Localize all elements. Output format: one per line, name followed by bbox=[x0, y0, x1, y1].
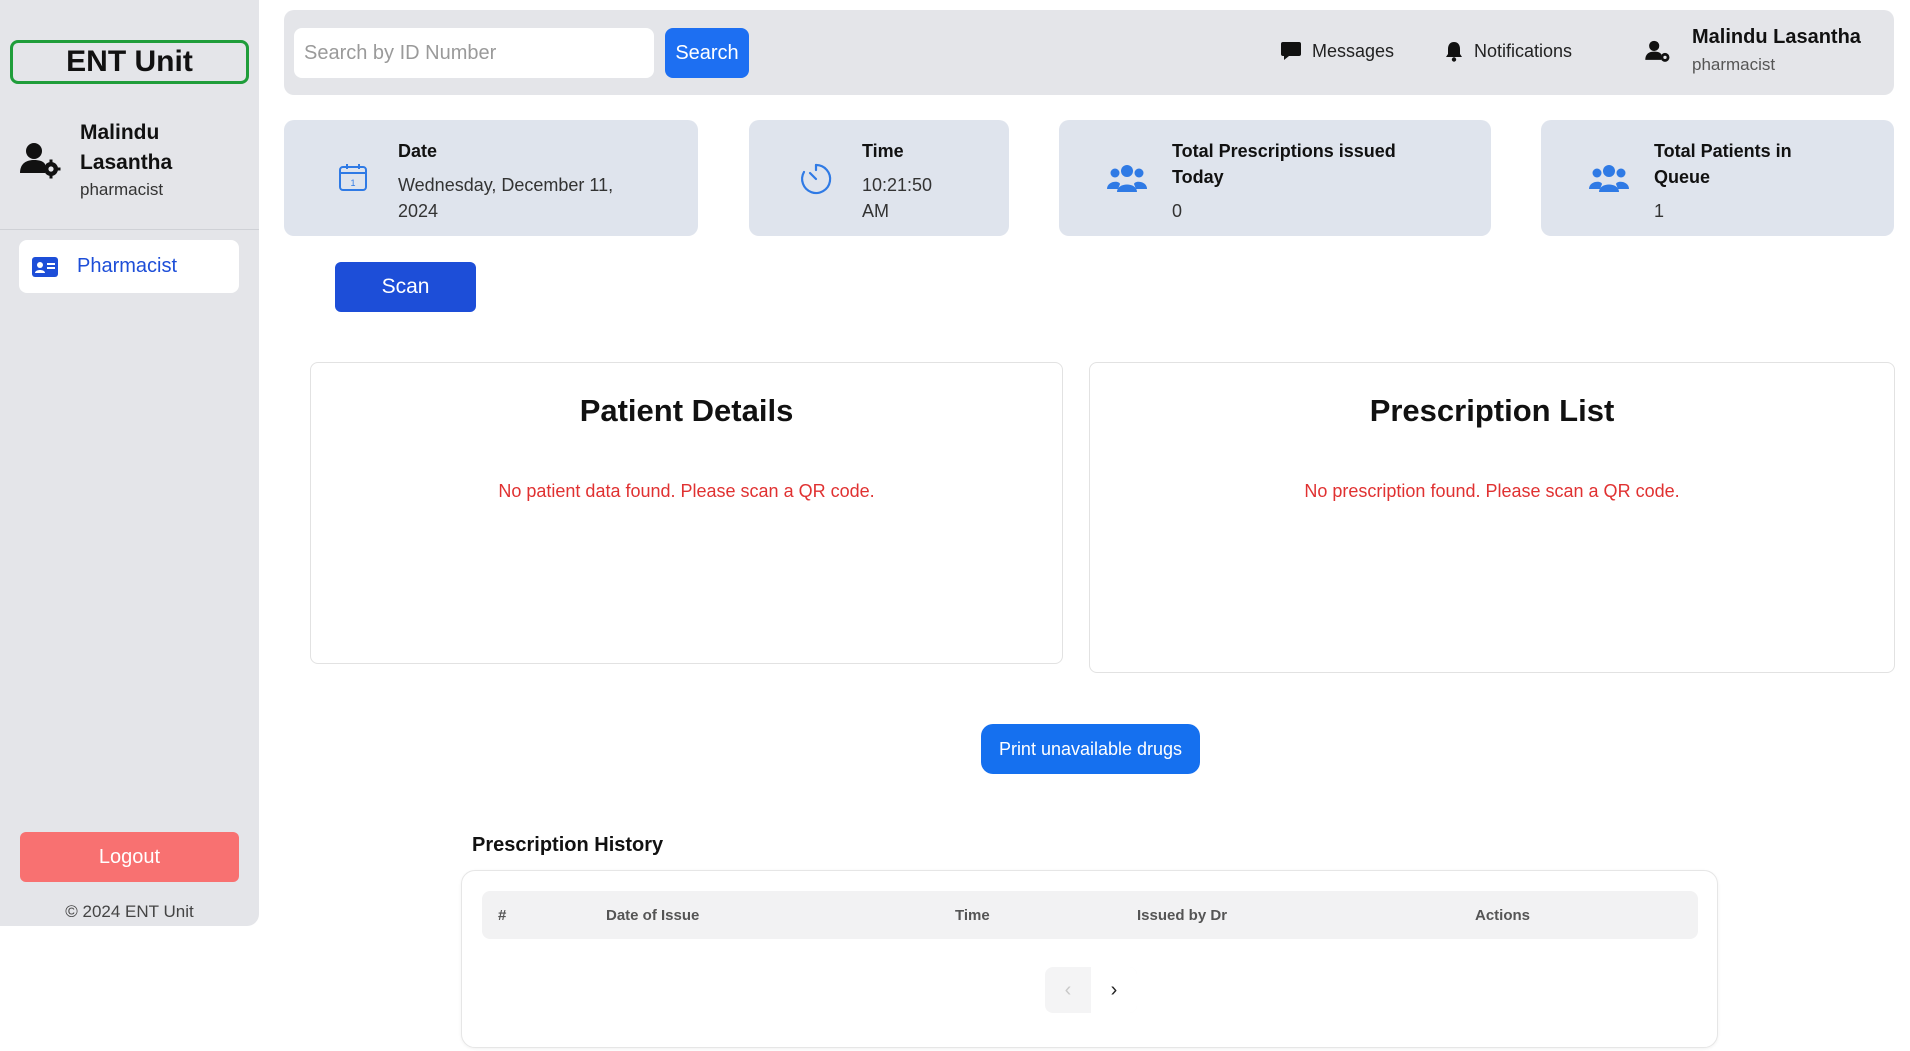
prescription-list-panel: Prescription List No prescription found.… bbox=[1089, 362, 1895, 673]
sidebar-user-last-name: Lasantha bbox=[80, 151, 173, 174]
topbar-user-name: Malindu Lasantha bbox=[1692, 26, 1861, 48]
sidebar-user-info: Malindu Lasantha pharmacist bbox=[80, 118, 172, 200]
stat-prescriptions-title-line1: Total Prescriptions issued bbox=[1172, 141, 1396, 161]
column-header-time: Time bbox=[955, 907, 990, 924]
copyright-text: © 2024 ENT Unit bbox=[65, 902, 194, 921]
messages-link[interactable]: Messages bbox=[1280, 40, 1394, 62]
stat-queue-value: 1 bbox=[1654, 201, 1665, 221]
sidebar-item-label: Pharmacist bbox=[77, 255, 178, 277]
sidebar-user: Malindu Lasantha pharmacist bbox=[18, 118, 172, 200]
prescription-history-title: Prescription History bbox=[472, 834, 664, 856]
brand-logo: ENT Unit bbox=[10, 40, 249, 84]
topbar-user[interactable]: Malindu Lasantha pharmacist bbox=[1644, 26, 1861, 75]
next-page-button[interactable]: › bbox=[1091, 967, 1137, 1013]
id-card-icon bbox=[32, 256, 58, 277]
bell-icon bbox=[1446, 42, 1462, 62]
topbar-user-info: Malindu Lasantha pharmacist bbox=[1692, 26, 1861, 75]
search-button[interactable]: Search bbox=[665, 28, 749, 78]
stat-prescriptions-value: 0 bbox=[1172, 201, 1183, 221]
column-header-date: Date of Issue bbox=[606, 907, 700, 924]
stat-queue-title-line2: Queue bbox=[1654, 167, 1711, 187]
stat-date-line1: Wednesday, December 11, bbox=[398, 175, 614, 195]
stat-time-line1: 10:21:50 bbox=[862, 175, 933, 195]
message-icon bbox=[1281, 42, 1301, 60]
stat-time-title: Time bbox=[862, 141, 904, 161]
sidebar-user-first-name: Malindu bbox=[80, 121, 160, 144]
svg-text:1: 1 bbox=[350, 178, 355, 188]
patient-details-panel: Patient Details No patient data found. P… bbox=[310, 362, 1063, 664]
logout-button[interactable]: Logout bbox=[20, 832, 239, 882]
prescription-list-message: No prescription found. Please scan a QR … bbox=[1304, 481, 1680, 501]
stat-card-date: 1 Date Wednesday, December 11, 2024 bbox=[284, 120, 698, 236]
stat-queue-title: Total Patients in Queue bbox=[1654, 138, 1792, 190]
timer-icon bbox=[801, 163, 832, 195]
patient-details-message: No patient data found. Please scan a QR … bbox=[498, 481, 875, 501]
user-gear-icon bbox=[20, 143, 61, 179]
stat-prescriptions-title-line2: Today bbox=[1172, 167, 1224, 187]
topbar-user-role: pharmacist bbox=[1692, 55, 1776, 74]
stat-card-prescriptions: Total Prescriptions issued Today 0 bbox=[1059, 120, 1491, 236]
users-icon bbox=[1107, 165, 1147, 192]
notifications-label: Notifications bbox=[1474, 40, 1573, 61]
column-header-actions: Actions bbox=[1475, 907, 1531, 924]
calendar-icon: 1 bbox=[339, 164, 367, 191]
search-input[interactable] bbox=[294, 28, 654, 78]
stat-date-line2: 2024 bbox=[398, 201, 439, 221]
stat-prescriptions-title: Total Prescriptions issued Today bbox=[1172, 138, 1396, 190]
top-bar: Search Messages Notifications Malindu La… bbox=[284, 10, 1894, 95]
stat-card-queue: Total Patients in Queue 1 bbox=[1541, 120, 1894, 236]
user-gear-icon bbox=[1645, 40, 1670, 62]
messages-label: Messages bbox=[1312, 40, 1395, 61]
stat-time-line2: AM bbox=[862, 201, 889, 221]
notifications-link[interactable]: Notifications bbox=[1444, 40, 1572, 62]
sidebar: ENT Unit Malindu Lasantha pharmacist Pha… bbox=[0, 0, 259, 926]
pagination: ‹ › bbox=[1045, 967, 1137, 1013]
table-header: # Date of Issue Time Issued by Dr Action… bbox=[482, 891, 1698, 939]
patient-details-title: Patient Details bbox=[579, 393, 794, 428]
scan-button[interactable]: Scan bbox=[335, 262, 476, 312]
sidebar-divider bbox=[0, 229, 259, 230]
sidebar-user-role: pharmacist bbox=[80, 180, 164, 199]
prescription-list-title: Prescription List bbox=[1369, 393, 1615, 428]
stat-queue-title-line1: Total Patients in bbox=[1654, 141, 1792, 161]
print-unavailable-drugs-button[interactable]: Print unavailable drugs bbox=[981, 724, 1200, 774]
sidebar-item-pharmacist[interactable]: Pharmacist bbox=[19, 240, 239, 293]
users-icon bbox=[1589, 165, 1629, 192]
column-header-doctor: Issued by Dr bbox=[1137, 907, 1228, 924]
prev-page-button[interactable]: ‹ bbox=[1045, 967, 1091, 1013]
column-header-index: # bbox=[498, 907, 507, 924]
stat-card-time: Time 10:21:50 AM bbox=[749, 120, 1009, 236]
prescription-history-table: # Date of Issue Time Issued by Dr Action… bbox=[461, 870, 1718, 1048]
stat-date-title: Date bbox=[398, 141, 438, 161]
